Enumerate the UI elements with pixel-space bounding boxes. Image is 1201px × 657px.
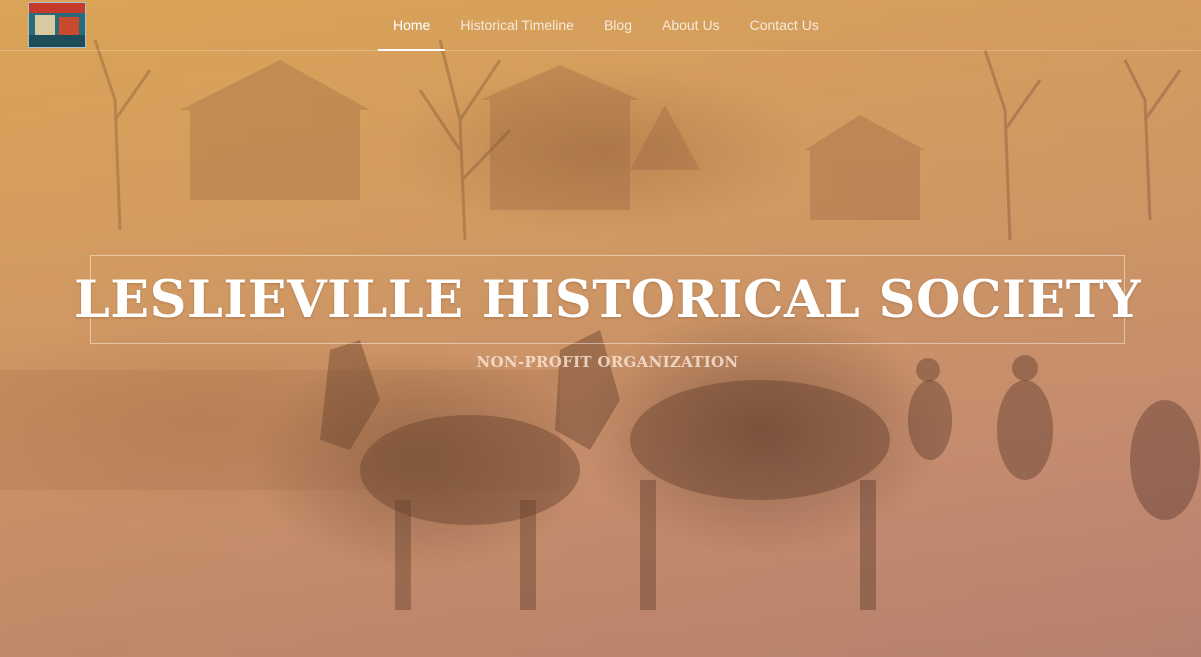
site-subtitle: NON-PROFIT ORGANIZATION	[476, 353, 739, 371]
site-logo[interactable]	[28, 2, 86, 48]
logo-building-graphic	[59, 17, 79, 35]
nav-item-blog[interactable]: Blog	[589, 0, 647, 50]
logo-band	[29, 35, 85, 47]
nav-item-home[interactable]: Home	[378, 0, 446, 51]
site-title: LESLIEVILLE HISTORICAL SOCIETY	[73, 269, 1142, 330]
nav-item-historical-timeline[interactable]: Historical Timeline	[445, 0, 589, 50]
nav-item-about-us[interactable]: About Us	[647, 0, 735, 50]
hero-title-box: LESLIEVILLE HISTORICAL SOCIETY	[74, 255, 1141, 344]
nav-item-contact-us[interactable]: Contact Us	[735, 0, 834, 50]
logo-building-graphic	[35, 15, 55, 35]
top-navbar: Home Historical Timeline Blog About Us C…	[0, 0, 1201, 51]
main-nav-menu: Home Historical Timeline Blog About Us C…	[378, 0, 834, 51]
logo-banner	[29, 3, 85, 13]
